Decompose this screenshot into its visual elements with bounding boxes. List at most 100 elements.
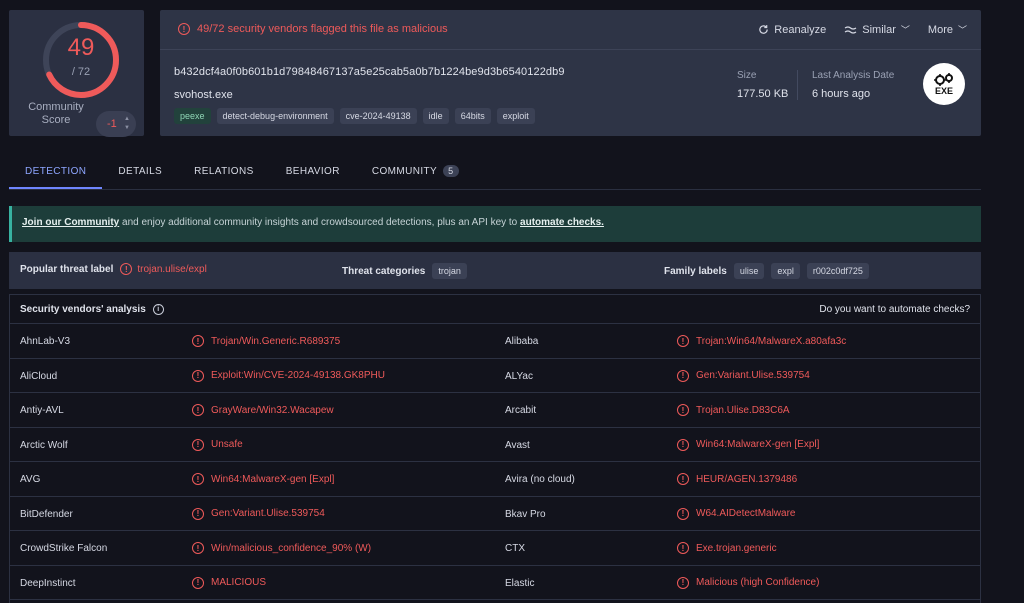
file-size: Size 177.50 KB (737, 70, 789, 100)
table-row: AhnLab-V3! Trojan/Win.Generic.R689375 Alib… (10, 324, 980, 359)
detection-label: Exe.trojan.generic (696, 542, 777, 554)
alert-icon: ! (677, 507, 689, 520)
vendor-cell: Avira (no cloud)! HEUR/AGEN.1379486 (495, 462, 980, 496)
divider (9, 189, 981, 190)
vendor-name: Antiy-AVL (20, 405, 64, 416)
vendor-name: Arctic Wolf (20, 439, 68, 451)
detection-label: Win64:MalwareX-gen [Expl] (696, 439, 820, 450)
vendors-header: Security vendors' analysis i Do you want… (10, 295, 980, 324)
vendor-rows: AhnLab-V3! Trojan/Win.Generic.R689375 Alib… (10, 324, 980, 600)
flag-bar: ! 49/72 security vendors flagged this fi… (160, 10, 981, 50)
alert-icon: ! (192, 438, 204, 451)
file-tag[interactable]: detect-debug-environment (216, 108, 334, 124)
detection-label: Trojan/Win.Generic.R689375 (211, 335, 341, 347)
count-badge: 5 (443, 165, 459, 177)
tab-behavior[interactable]: BEHAVIOR (270, 155, 356, 189)
family-label-chip[interactable]: expl (771, 263, 800, 279)
alert-icon: ! (178, 23, 190, 35)
file-tag[interactable]: peexe (174, 108, 211, 124)
detection-label: Gen:Variant.Ulise.539754 (696, 370, 810, 381)
threat-category-chip[interactable]: trojan (432, 263, 467, 279)
vendor-cell: Antiy-AVL! GrayWare/Win32.Wacapew (10, 393, 495, 427)
vendor-cell: Arcabit! Trojan.Ulise.D83C6A (495, 393, 980, 427)
vendor-name: Alibaba (505, 336, 539, 347)
vendor-result: ! Exe.trojan.generic (677, 542, 777, 554)
file-hash[interactable]: b432dcf4a0f0b601b1d79848467137a5e25cab5a… (174, 66, 565, 78)
file-tag[interactable]: cve-2024-49138 (339, 108, 417, 124)
more-button[interactable]: More ﹀ (928, 23, 967, 36)
detection-label: Win64:MalwareX-gen [Expl] (211, 473, 335, 485)
alert-icon: ! (677, 404, 689, 416)
vendor-result: ! Gen:Variant.Ulise.539754 (677, 369, 810, 382)
alert-icon: ! (677, 438, 689, 451)
exe-file-type-icon: EXE (923, 63, 965, 105)
community-score-stepper[interactable]: -1 ▲ ▼ (96, 111, 136, 137)
vendor-result: ! W64.AIDetectMalware (677, 507, 796, 520)
vendor-result: ! Trojan:Win64/MalwareX.a80afa3c (677, 335, 846, 347)
detection-label: W64.AIDetectMalware (696, 508, 796, 519)
vendor-cell: Bkav Pro! W64.AIDetectMalware (495, 497, 980, 531)
tab-details[interactable]: DETAILS (102, 155, 178, 189)
vendor-name: Bkav Pro (505, 508, 546, 520)
file-header-card: ! 49/72 security vendors flagged this fi… (160, 10, 981, 136)
vendor-cell: Elastic! Malicious (high Confidence) (495, 566, 980, 600)
alert-icon: ! (677, 542, 689, 554)
vendor-name: CTX (505, 543, 525, 554)
header-actions: Reanalyze Similar ﹀ More ﹀ (758, 23, 967, 36)
vendor-name: DeepInstinct (20, 577, 76, 589)
table-row: Arctic Wolf! Unsafe Avast! Win64:MalwareX-g… (10, 428, 980, 462)
tab-community[interactable]: COMMUNITY 5 (356, 155, 475, 189)
vendor-result: ! Exploit:Win/CVE-2024-49138.GK8PHU (192, 369, 385, 382)
family-label-chip[interactable]: ulise (733, 263, 765, 279)
automate-checks-prompt[interactable]: Do you want to automate checks? (819, 304, 970, 315)
detection-label: Trojan.Ulise.D83C6A (696, 404, 790, 416)
detection-total: / 72 (71, 66, 91, 78)
table-row: AliCloud! Exploit:Win/CVE-2024-49138.GK8P… (10, 359, 980, 393)
vendor-result: ! MALICIOUS (192, 576, 267, 589)
alert-icon: ! (192, 404, 204, 416)
detection-label: Trojan:Win64/MalwareX.a80afa3c (696, 335, 847, 347)
family-label-chip[interactable]: r002c0df725 (806, 263, 869, 279)
flag-message: 49/72 security vendors flagged this file… (197, 23, 448, 35)
automate-checks-link[interactable]: automate checks. (520, 217, 604, 228)
table-row: AVG! Win64:MalwareX-gen [Expl] Avira (no c… (10, 462, 980, 497)
file-tag[interactable]: exploit (496, 108, 535, 124)
divider (797, 70, 798, 100)
file-tag[interactable]: 64bits (454, 108, 491, 124)
alert-icon: ! (192, 542, 204, 554)
info-icon[interactable]: i (152, 303, 164, 315)
join-community-link[interactable]: Join our Community (22, 217, 119, 228)
alert-icon: ! (192, 507, 204, 520)
detection-label: Win/malicious_confidence_90% (W) (211, 542, 372, 554)
table-row: DeepInstinct! MALICIOUS Elastic! Malicious … (10, 566, 980, 600)
popular-threat-value[interactable]: trojan.ulise/expl (137, 264, 206, 275)
tab-detection[interactable]: DETECTION (9, 155, 103, 189)
detection-count: 49 (67, 34, 95, 61)
similar-button[interactable]: Similar ﹀ (844, 23, 910, 36)
vendor-name: AhnLab-V3 (20, 336, 71, 347)
tab-relations[interactable]: RELATIONS (178, 155, 270, 189)
detection-label: MALICIOUS (211, 577, 267, 588)
detection-label: HEUR/AGEN.1379486 (696, 473, 798, 485)
similar-icon (844, 25, 857, 34)
alert-icon: ! (120, 263, 133, 275)
vendor-name: Elastic (505, 577, 535, 589)
table-row: Antiy-AVL! GrayWare/Win32.Wacapew Arcabit!… (10, 393, 980, 428)
refresh-icon (759, 25, 769, 34)
vendors-title: Security vendors' analysis (20, 303, 146, 315)
vote-arrows-icon[interactable]: ▲ ▼ (124, 115, 130, 133)
detection-score-card: 49 / 72 Community Score -1 ▲ ▼ (9, 10, 144, 137)
file-tag[interactable]: idle (422, 108, 449, 124)
vendor-cell: AVG! Win64:MalwareX-gen [Expl] (10, 462, 495, 496)
vendor-result: ! Trojan/Win.Generic.R689375 (192, 335, 340, 347)
alert-icon: ! (192, 576, 204, 589)
table-row: CrowdStrike Falcon! Win/malicious_confide… (10, 531, 980, 566)
tab-bar: DETECTION DETAILS RELATIONS BEHAVIOR COMMUNI… (9, 155, 475, 189)
vendor-cell: CrowdStrike Falcon! Win/malicious_confide… (10, 531, 495, 565)
reanalyze-button[interactable]: Reanalyze (758, 23, 826, 36)
vendor-name: Avast (505, 439, 530, 451)
detection-label: Unsafe (211, 439, 243, 450)
alert-icon: ! (677, 335, 689, 347)
vendor-cell: DeepInstinct! MALICIOUS (10, 566, 495, 600)
vendors-table: Security vendors' analysis i Do you want… (9, 294, 981, 603)
